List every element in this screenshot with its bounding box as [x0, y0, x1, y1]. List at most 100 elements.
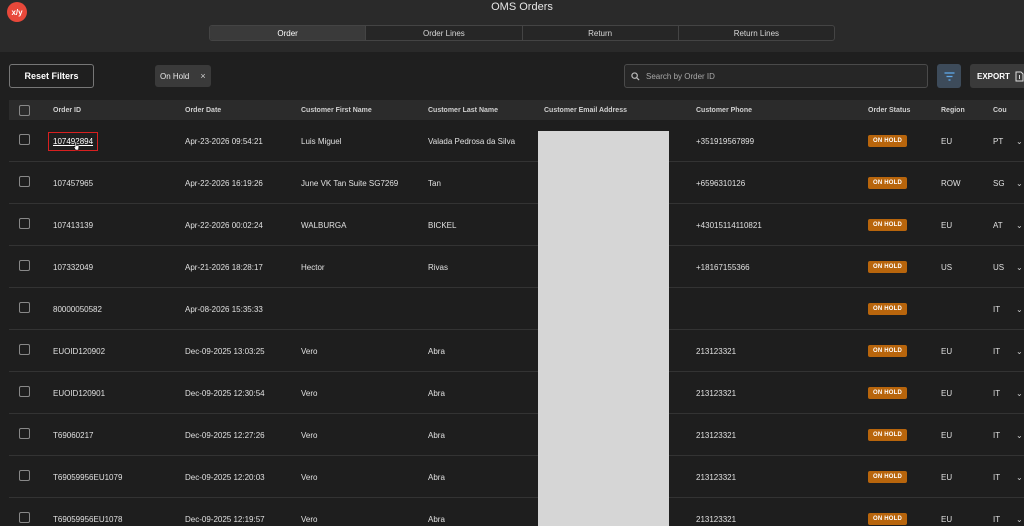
search-input[interactable] — [646, 71, 906, 81]
cell-order-id-text[interactable]: 107413139 — [53, 221, 93, 230]
tab-order-lines[interactable]: Order Lines — [366, 26, 523, 40]
cell-last-name-text: Rivas — [428, 262, 449, 272]
cell-order-id[interactable]: EUOID120902 — [53, 330, 105, 372]
cell-first-name-text: Vero — [301, 346, 318, 356]
cell-country-text: SG — [993, 178, 1005, 188]
chevron-down-icon[interactable]: ⌄ — [1016, 288, 1023, 330]
chevron-down-icon[interactable]: ⌄ — [1016, 456, 1023, 498]
row-checkbox[interactable] — [19, 134, 30, 145]
table-row[interactable]: 80000050582 Apr-08-2026 15:35:33 ON HOLD IT… — [9, 288, 1024, 330]
cell-phone-text: 213123321 — [696, 388, 737, 398]
cell-last-name-text: Abra — [428, 388, 445, 398]
row-checkbox[interactable] — [19, 386, 30, 397]
chevron-down-icon[interactable]: ⌄ — [1016, 204, 1023, 246]
cell-first-name: Luis Miguel — [301, 120, 341, 162]
row-checkbox[interactable] — [19, 428, 30, 439]
reset-filters-button[interactable]: Reset Filters — [9, 64, 94, 88]
cell-phone: 213123321 — [696, 456, 736, 498]
cell-order-status: ON HOLD — [868, 456, 908, 498]
header-country[interactable]: Cou — [993, 100, 1007, 120]
cell-first-name-text: Vero — [301, 430, 318, 440]
header-phone[interactable]: Customer Phone — [696, 100, 752, 120]
table-row[interactable]: 107413139 Apr-22-2026 00:02:24 WALBURGA BIC… — [9, 204, 1024, 246]
cell-order-date: Dec-09-2025 13:03:25 — [185, 330, 265, 372]
cell-order-date: Apr-08-2026 15:35:33 — [185, 288, 263, 330]
cell-country-text: PT — [993, 136, 1004, 146]
redacted-email-column — [538, 131, 669, 526]
table-row[interactable]: T69059956EU1079 Dec-09-2025 12:20:03 Vero A… — [9, 456, 1024, 498]
cell-order-id[interactable]: T69059956EU1079 — [53, 456, 122, 498]
tab-return[interactable]: Return — [523, 26, 679, 40]
tab-return-lines[interactable]: Return Lines — [679, 26, 834, 40]
cell-order-id[interactable]: T69059956EU1078 — [53, 498, 122, 526]
cell-region: EU — [941, 456, 952, 498]
chevron-down-icon[interactable]: ⌄ — [1016, 498, 1023, 526]
filter-button[interactable] — [937, 64, 961, 88]
select-all-checkbox[interactable] — [19, 100, 30, 120]
chevron-down-icon[interactable]: ⌄ — [1016, 330, 1023, 372]
cell-last-name-text: Abra — [428, 514, 445, 524]
header-first-name[interactable]: Customer First Name — [301, 100, 372, 120]
cell-country: AT — [993, 204, 1003, 246]
cell-first-name-text: Vero — [301, 472, 318, 482]
export-button[interactable]: EXPORT — [970, 64, 1024, 88]
cell-order-id[interactable]: 107413139 — [53, 204, 93, 246]
cell-order-id-text[interactable]: T69059956EU1079 — [53, 473, 122, 482]
chevron-down-icon[interactable]: ⌄ — [1016, 120, 1023, 162]
chevron-down-icon[interactable]: ⌄ — [1016, 162, 1023, 204]
table-header: Order ID Order Date Customer First Name … — [9, 100, 1024, 120]
cell-order-id-text[interactable]: EUOID120901 — [53, 389, 105, 398]
row-checkbox[interactable] — [19, 218, 30, 229]
cell-first-name: Vero — [301, 456, 317, 498]
table-row[interactable]: 107457965 Apr-22-2026 16:19:26 June VK Tan… — [9, 162, 1024, 204]
cell-first-name-text: Hector — [301, 262, 325, 272]
row-checkbox[interactable] — [19, 260, 30, 271]
cell-order-id-text[interactable]: 80000050582 — [53, 305, 102, 314]
table-row[interactable]: T69060217 Dec-09-2025 12:27:26 Vero Abra 213… — [9, 414, 1024, 456]
tab-order[interactable]: Order — [210, 26, 367, 40]
cell-country: SG — [993, 162, 1005, 204]
cell-order-date: Apr-23-2026 09:54:21 — [185, 120, 263, 162]
table-row[interactable]: EUOID120901 Dec-09-2025 12:30:54 Vero Abra 2… — [9, 372, 1024, 414]
row-checkbox[interactable] — [19, 512, 30, 523]
cell-phone: 213123321 — [696, 414, 736, 456]
row-checkbox[interactable] — [19, 344, 30, 355]
cell-order-id-text[interactable]: 107457965 — [53, 179, 93, 188]
close-icon[interactable]: × — [200, 71, 205, 81]
cell-region: EU — [941, 498, 952, 526]
cell-phone-text: 213123321 — [696, 430, 737, 440]
cell-order-id[interactable]: T69060217 — [53, 414, 93, 456]
row-checkbox[interactable] — [19, 302, 30, 313]
table-row[interactable]: 107332049 Apr-21-2026 18:28:17 Hector Rivas… — [9, 246, 1024, 288]
cell-order-id-text[interactable]: 107332049 — [53, 263, 93, 272]
cell-order-id-text[interactable]: T69059956EU1078 — [53, 515, 122, 524]
header-order-id[interactable]: Order ID — [53, 100, 81, 120]
cell-country-text: IT — [993, 472, 1001, 482]
row-checkbox[interactable] — [19, 176, 30, 187]
cell-order-id[interactable]: EUOID120901 — [53, 372, 105, 414]
cell-phone-text: +43015114110821 — [696, 220, 762, 230]
cell-order-id[interactable]: 80000050582 — [53, 288, 102, 330]
header-email[interactable]: Customer Email Address — [544, 100, 627, 120]
table-row[interactable]: EUOID120902 Dec-09-2025 13:03:25 Vero Abra 2… — [9, 330, 1024, 372]
table-row[interactable]: T69059956EU1078 Dec-09-2025 12:19:57 Vero A… — [9, 498, 1024, 526]
cell-order-status: ON HOLD — [868, 414, 908, 456]
chevron-down-icon[interactable]: ⌄ — [1016, 414, 1023, 456]
cell-order-date: Dec-09-2025 12:19:57 — [185, 498, 265, 526]
cell-order-date: Apr-21-2026 18:28:17 — [185, 246, 263, 288]
header-last-name[interactable]: Customer Last Name — [428, 100, 498, 120]
header-region[interactable]: Region — [941, 100, 965, 120]
chevron-down-icon[interactable]: ⌄ — [1016, 372, 1023, 414]
cell-order-id-text[interactable]: EUOID120902 — [53, 347, 105, 356]
cell-order-id-text[interactable]: T69060217 — [53, 431, 93, 440]
table-row[interactable]: 107492894 Apr-23-2026 09:54:21 Luis Miguel… — [9, 120, 1024, 162]
header-order-status[interactable]: Order Status — [868, 100, 910, 120]
page-title: OMS Orders — [491, 1, 553, 13]
row-checkbox[interactable] — [19, 470, 30, 481]
filter-chip-on-hold: On Hold × — [155, 65, 211, 87]
chevron-down-icon[interactable]: ⌄ — [1016, 246, 1023, 288]
header-order-date[interactable]: Order Date — [185, 100, 221, 120]
cell-order-id[interactable]: 107332049 — [53, 246, 93, 288]
cell-order-id[interactable]: 107457965 — [53, 162, 93, 204]
cell-first-name-text: Luis Miguel — [301, 136, 342, 146]
